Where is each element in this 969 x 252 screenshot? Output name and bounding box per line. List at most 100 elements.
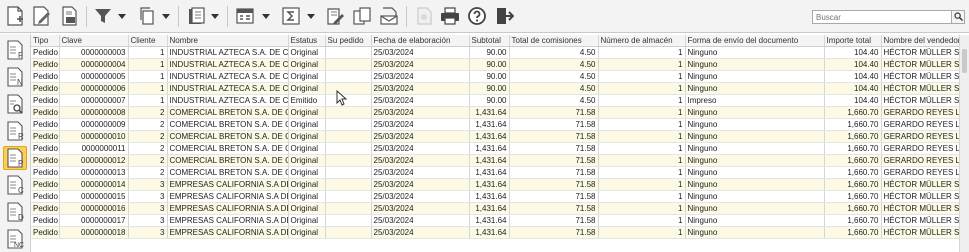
column-header-subtotal[interactable]: Subtotal [469, 35, 510, 48]
column-header-tipo[interactable]: Tipo [31, 35, 60, 48]
book-icon[interactable] [185, 4, 207, 28]
edit-note-icon[interactable] [324, 4, 346, 28]
cell-clave: 0000000016 [59, 202, 129, 216]
column-header-clave[interactable]: Clave [59, 35, 129, 48]
table-row[interactable]: Pedido 0000000013 2 COMERCIAL BRETON S.A. D… [31, 166, 968, 180]
pages-icon[interactable] [351, 4, 373, 28]
cell-subtotal: 90.00 [469, 82, 510, 96]
cell-su-pedido [325, 178, 372, 192]
cell-subtotal: 1,431.64 [469, 190, 510, 204]
svg-text:D: D [18, 213, 24, 222]
sidebar-item-cotizaciones[interactable]: C [3, 173, 27, 197]
column-header-su-pedido[interactable]: Su pedido [325, 35, 372, 48]
cell-comisiones: 4.50 [509, 46, 599, 60]
cell-nombre: EMPRESAS CALIFORNIA S.A DE C [167, 178, 289, 192]
column-header-nombre[interactable]: Nombre [167, 35, 289, 48]
cell-cliente: 1 [128, 58, 168, 72]
document-n-icon: N [7, 67, 23, 87]
new-document-icon[interactable] [4, 4, 26, 28]
cell-importe: 104.40 [824, 70, 882, 84]
table-row[interactable]: Pedido 0000000012 2 COMERCIAL BRETON S.A. D… [31, 154, 968, 168]
cell-comisiones: 71.58 [509, 118, 599, 132]
cell-forma-envio: Impreso [685, 94, 825, 108]
cell-forma-envio: Ninguno [685, 178, 825, 192]
mail-icon[interactable] [378, 4, 400, 28]
column-header-cliente[interactable]: Cliente [128, 35, 168, 48]
sidebar-item-consulta[interactable] [3, 92, 27, 116]
table-row[interactable]: Pedido 0000000018 3 EMPRESAS CALIFORNIA S.A… [31, 226, 968, 240]
cell-subtotal: 1,431.64 [469, 166, 510, 180]
edit-document-icon[interactable] [30, 4, 52, 28]
exit-icon[interactable] [493, 4, 515, 28]
cell-su-pedido [325, 58, 372, 72]
column-header-vendedor[interactable]: Nombre del vendedor [881, 35, 968, 48]
table-row[interactable]: Pedido 0000000017 3 EMPRESAS CALIFORNIA S.A… [31, 214, 968, 228]
search-input[interactable] [812, 10, 952, 24]
cell-forma-envio: Ninguno [685, 82, 825, 96]
column-header-estatus[interactable]: Estatus [288, 35, 326, 48]
table-row[interactable]: Pedido 0000000014 3 EMPRESAS CALIFORNIA S.A… [31, 178, 968, 192]
sidebar-item-remisiones[interactable]: R [3, 119, 27, 143]
cell-vendedor: GERARDO REYES L. [881, 130, 968, 144]
table-row[interactable]: Pedido 0000000015 3 EMPRESAS CALIFORNIA S.A… [31, 190, 968, 204]
cell-subtotal: 1,431.64 [469, 214, 510, 228]
cell-almacen: 1 [598, 46, 686, 60]
cell-tipo: Pedido [31, 118, 60, 132]
cell-su-pedido [325, 106, 372, 120]
cell-comisiones: 71.58 [509, 178, 599, 192]
cell-tipo: Pedido [31, 190, 60, 204]
calculator-icon[interactable] [234, 4, 256, 28]
table-row[interactable]: Pedido 0000000003 1 INDUSTRIAL AZTECA S.A. … [31, 46, 968, 60]
cell-estatus: Original [288, 214, 326, 228]
column-header-fecha[interactable]: Fecha de elaboración [371, 35, 470, 48]
table-row[interactable]: Pedido 0000000009 2 COMERCIAL BRETON S.A. D… [31, 118, 968, 132]
cell-fecha: 25/03/2024 [371, 94, 470, 108]
scrollbar-thumb[interactable] [962, 49, 967, 73]
calculator-dropdown-icon[interactable] [262, 9, 270, 23]
cell-forma-envio: Ninguno [685, 214, 825, 228]
sidebar-item-notas-credito[interactable]: NC [3, 227, 27, 251]
cell-forma-envio: Ninguno [685, 106, 825, 120]
vertical-scrollbar[interactable] [959, 35, 969, 252]
cell-tipo: Pedido [31, 166, 60, 180]
filter-icon[interactable] [92, 4, 114, 28]
sidebar-item-devoluciones[interactable]: D [3, 200, 27, 224]
cell-comisiones: 4.50 [509, 94, 599, 108]
copy-dropdown-icon[interactable] [162, 9, 170, 23]
sidebar-item-pedidos[interactable]: P [3, 146, 27, 170]
cell-fecha: 25/03/2024 [371, 226, 470, 240]
column-header-importe[interactable]: Importe total [824, 35, 882, 48]
table-row[interactable]: Pedido 0000000004 1 INDUSTRIAL AZTECA S.A. … [31, 58, 968, 72]
cell-su-pedido [325, 226, 372, 240]
cell-comisiones: 71.58 [509, 190, 599, 204]
filter-dropdown-icon[interactable] [118, 9, 126, 23]
table-row[interactable]: Pedido 0000000011 2 COMERCIAL BRETON S.A. D… [31, 142, 968, 156]
column-header-comisiones[interactable]: Total de comisiones [509, 35, 599, 48]
table-row[interactable]: Pedido 0000000008 2 COMERCIAL BRETON S.A. D… [31, 106, 968, 120]
cell-estatus: Original [288, 82, 326, 96]
sidebar-item-facturas[interactable]: F [3, 38, 27, 62]
table-row[interactable]: Pedido 0000000016 3 EMPRESAS CALIFORNIA S.A… [31, 202, 968, 216]
document-print-preview-icon[interactable] [58, 4, 80, 28]
table-row[interactable]: Pedido 0000000006 1 INDUSTRIAL AZTECA S.A. … [31, 82, 968, 96]
column-header-almacen[interactable]: Número de almacén [598, 35, 686, 48]
printer-icon[interactable] [439, 4, 461, 28]
sidebar-item-notas[interactable]: N [3, 65, 27, 89]
cell-fecha: 25/03/2024 [371, 214, 470, 228]
cell-cliente: 2 [128, 118, 168, 132]
search-icon [953, 11, 963, 23]
column-header-forma-envio[interactable]: Forma de envío del documento [685, 35, 825, 48]
cell-subtotal: 1,431.64 [469, 202, 510, 216]
cell-nombre: COMERCIAL BRETON S.A. DE CV [167, 166, 289, 180]
search-button[interactable] [952, 10, 965, 24]
cell-vendedor: HÉCTOR MÜLLER S. [881, 178, 968, 192]
copy-icon[interactable] [136, 4, 158, 28]
book-dropdown-icon[interactable] [211, 9, 219, 23]
help-icon[interactable] [466, 4, 488, 28]
sigma-dropdown-icon[interactable] [307, 9, 315, 23]
sigma-icon[interactable] [280, 4, 302, 28]
table-row[interactable]: Pedido 0000000007 1 INDUSTRIAL AZTECA S.A. … [31, 94, 968, 108]
table-row[interactable]: Pedido 0000000005 1 INDUSTRIAL AZTECA S.A. … [31, 70, 968, 84]
table-row[interactable]: Pedido 0000000010 2 COMERCIAL BRETON S.A. D… [31, 130, 968, 144]
cell-almacen: 1 [598, 226, 686, 240]
